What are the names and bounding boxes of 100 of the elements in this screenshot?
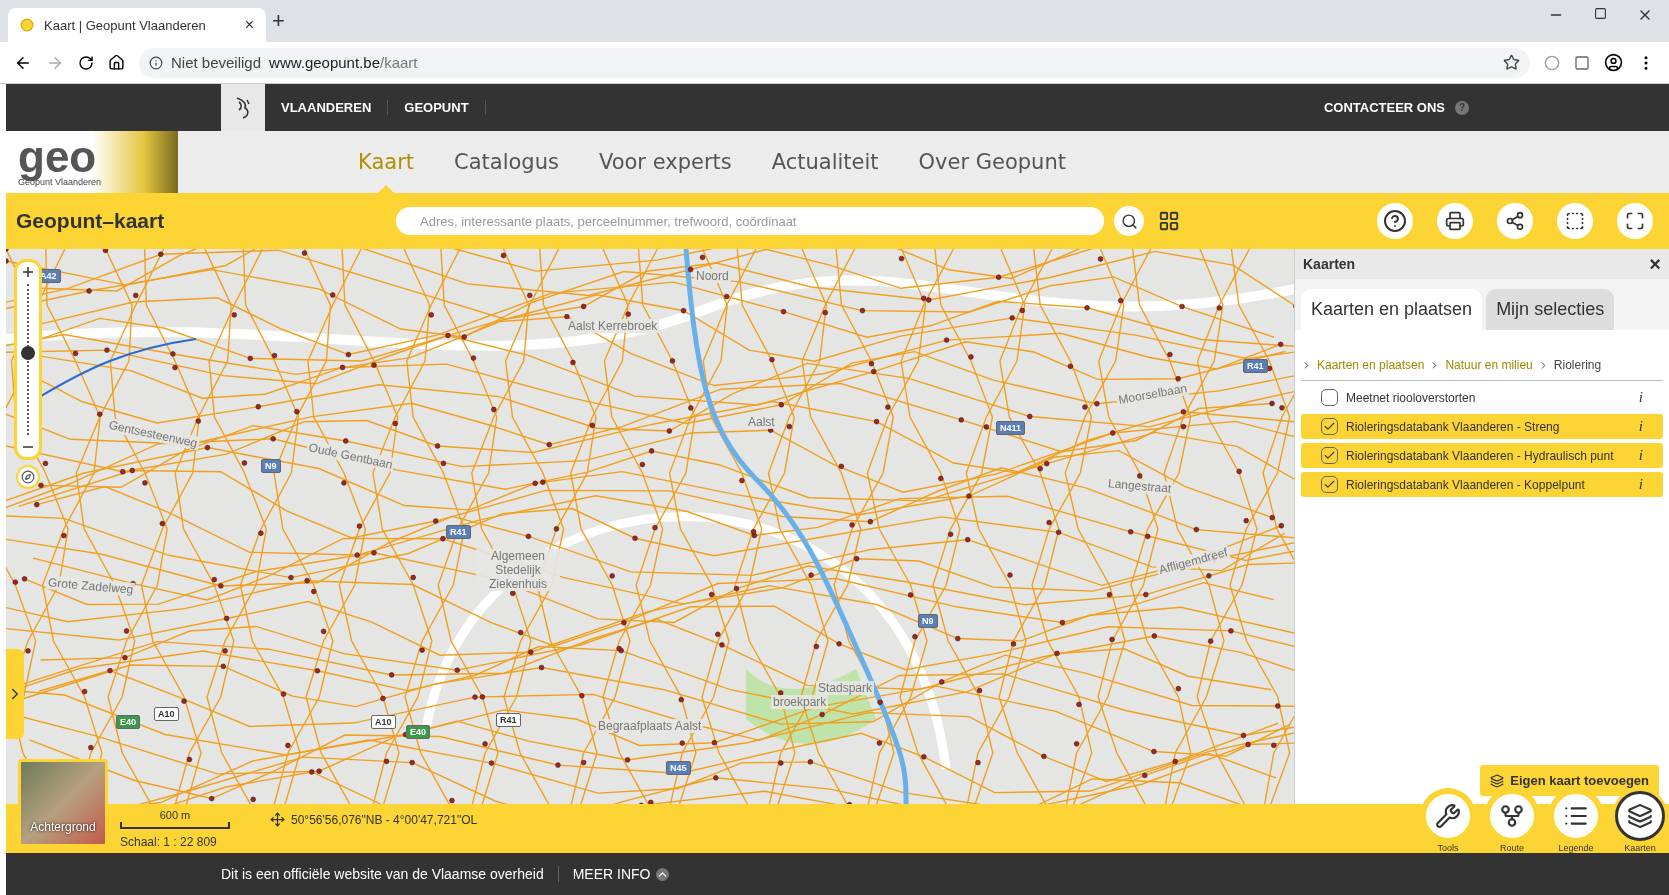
frame-icon <box>1565 211 1585 231</box>
top-nav-link[interactable]: GEOPUNT <box>388 100 486 115</box>
road-number-sign: N411 <box>996 421 1026 435</box>
url-text: www.geopunt.be/kaart <box>269 54 418 71</box>
layers-icon <box>1627 803 1653 829</box>
place-label: Stadspark <box>816 681 875 695</box>
site-icon <box>20 18 34 32</box>
extension-icon[interactable] <box>1574 54 1590 71</box>
scale-bar-label: 600 m <box>159 808 191 821</box>
road-number-sign: R41 <box>1243 359 1268 373</box>
more-info-link[interactable]: MEER INFO <box>572 866 670 882</box>
fullscreen-icon <box>1625 211 1645 231</box>
road-number-sign: E40 <box>406 725 430 739</box>
compass-button[interactable] <box>16 465 40 489</box>
road-number-sign: A10 <box>371 715 396 729</box>
footer-text: Dit is een officiële website van de Vlaamse overheid <box>221 866 559 882</box>
layer-name: Rioleringsdatabank Vlaanderen - Hydraulisch punt <box>1346 448 1615 463</box>
layer-row[interactable]: Rioleringsdatabank Vlaanderen - Koppelpunt i <box>1301 472 1663 497</box>
layer-row[interactable]: Rioleringsdatabank Vlaanderen - Hydraulisch punt i <box>1301 443 1663 468</box>
breadcrumb-link[interactable]: Kaarten en plaatsen <box>1317 358 1425 372</box>
check-icon <box>1323 449 1336 462</box>
place-label: Noord <box>694 269 731 283</box>
panel-tab[interactable]: Kaarten en plaatsen <box>1301 289 1483 330</box>
panel-title: Kaarten <box>1303 256 1356 272</box>
place-label: Algemeen Stedelijk Ziekenhuis <box>476 549 560 591</box>
chevron-up-icon <box>656 867 670 881</box>
zoom-slider[interactable] <box>14 259 42 460</box>
road-number-sign: E40 <box>116 715 140 729</box>
search-icon <box>1120 212 1138 230</box>
zoom-in-button[interactable] <box>20 264 36 280</box>
road-number-sign: R41 <box>446 525 471 539</box>
layer-checkbox[interactable] <box>1321 389 1338 406</box>
print-button[interactable] <box>1437 203 1473 239</box>
check-icon <box>1323 420 1336 433</box>
wrench-icon <box>1435 803 1461 829</box>
place-label: Begraafplaats Aalst <box>596 719 704 733</box>
dock-button[interactable] <box>1615 791 1665 841</box>
layer-checkbox[interactable] <box>1321 418 1338 435</box>
place-label: Aalst Kerrebroek <box>566 319 660 333</box>
new-tab-button[interactable]: + <box>272 8 285 34</box>
lion-logo-box[interactable] <box>221 84 265 131</box>
fullscreen-button[interactable] <box>1617 203 1653 239</box>
panel-close-button[interactable]: × <box>1649 252 1661 276</box>
dock-label: Route <box>1500 843 1524 853</box>
extension-icon[interactable] <box>1544 54 1560 71</box>
tab-close-button[interactable]: × <box>244 16 254 34</box>
place-label: Aalst <box>746 415 777 429</box>
panel-tab[interactable]: Mijn selecties <box>1486 289 1615 330</box>
add-map-button[interactable]: Eigen kaart toevoegen <box>1480 765 1659 796</box>
top-nav-link[interactable]: VLAANDEREN <box>265 100 389 115</box>
road-number-sign: A10 <box>154 707 179 721</box>
breadcrumb-current: Riolering <box>1553 358 1602 372</box>
maximize-icon[interactable] <box>1594 7 1607 20</box>
coordinate-text: 50°56'56,076"NB - 4°00'47,721"OL <box>291 812 478 827</box>
layer-info-link[interactable]: i <box>1638 476 1643 493</box>
zoom-slider-thumb[interactable] <box>21 345 35 360</box>
road-number-sign: R41 <box>496 713 521 727</box>
search-button[interactable] <box>1114 206 1144 236</box>
share-button[interactable] <box>1497 203 1533 239</box>
home-icon[interactable] <box>108 54 125 71</box>
nav-link[interactable]: Over Geopunt <box>918 131 1066 193</box>
road-number-sign: N9 <box>918 614 938 628</box>
printer-icon <box>1445 211 1465 231</box>
help-button[interactable] <box>1377 203 1413 239</box>
layer-row[interactable]: Meetnet riooloverstorten i <box>1301 385 1663 410</box>
contact-link[interactable]: CONTACTEER ONS <box>1323 100 1445 115</box>
search-field[interactable]: Adres, interessante plaats, perceelnummer, trefwoord, coördinaat <box>396 207 1104 235</box>
scale-text: Schaal: 1 : 22 809 <box>120 834 218 849</box>
street-label: Langestraat <box>1105 476 1174 496</box>
bookmark-star-icon[interactable] <box>1503 54 1520 71</box>
layer-info-link[interactable]: i <box>1638 389 1643 406</box>
crosshair-icon <box>270 812 285 827</box>
info-icon <box>149 55 163 70</box>
layer-row[interactable]: Rioleringsdatabank Vlaanderen - Streng i <box>1301 414 1663 439</box>
plus-icon <box>23 267 33 277</box>
dock-label: Legende <box>1558 843 1594 853</box>
compass-icon <box>21 470 35 484</box>
layer-name: Rioleringsdatabank Vlaanderen - Streng <box>1346 419 1561 434</box>
layer-checkbox[interactable] <box>1321 447 1338 464</box>
layer-info-link[interactable]: i <box>1638 447 1643 464</box>
check-icon <box>1323 478 1336 491</box>
address-field[interactable]: Niet beveiligd www.geopunt.be/kaart <box>139 47 1530 78</box>
layers-icon <box>1490 773 1505 788</box>
nav-link[interactable]: Voor experts <box>598 131 732 193</box>
place-label: broekpark <box>771 695 829 709</box>
nav-link[interactable]: Actualiteit <box>771 131 879 193</box>
browser-tab[interactable]: Kaart | Geopunt Vlaanderen × <box>8 8 266 42</box>
help-icon <box>1383 209 1407 233</box>
page-title: Geopunt–kaart <box>16 209 166 233</box>
profile-icon[interactable] <box>1604 53 1623 72</box>
reload-icon[interactable] <box>78 54 94 71</box>
breadcrumb-link[interactable]: Natuur en milieu <box>1445 358 1533 372</box>
site-logo[interactable]: geo Geopunt Vlaanderen <box>6 131 178 193</box>
layer-checkbox[interactable] <box>1321 476 1338 493</box>
frame-button[interactable] <box>1557 203 1593 239</box>
share-icon <box>1505 211 1525 231</box>
fork-icon <box>1499 803 1525 829</box>
nav-link[interactable]: Catalogus <box>454 131 559 193</box>
layer-info-link[interactable]: i <box>1638 418 1643 435</box>
side-panel-toggle[interactable] <box>6 649 24 739</box>
